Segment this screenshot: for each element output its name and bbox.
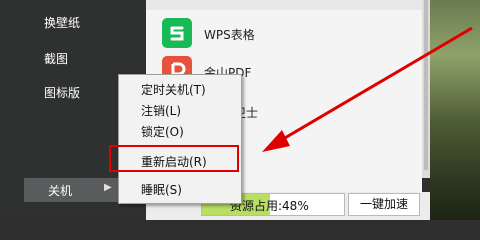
annotation-highlight-box [109,145,239,172]
menu-item-logoff[interactable]: 注销(L) [141,102,181,119]
power-label: 关机 [48,184,73,198]
menu-item-sleep[interactable]: 睡眠(S) [141,181,182,198]
desktop-wallpaper [430,0,480,220]
menu-item-lock[interactable]: 锁定(O) [141,123,184,140]
left-item-screenshot[interactable]: 截图 [44,50,68,67]
menu-item-timed-shutdown[interactable]: 定时关机(T) [141,81,206,98]
app-list-scrollbar-thumb[interactable] [424,0,428,170]
left-item-icon-version[interactable]: 图标版 [44,84,80,101]
submenu-arrow-icon: ▶ [104,182,112,193]
power-context-menu: 定时关机(T) 注销(L) 锁定(O) 重新启动(R) 睡眠(S) [118,74,242,204]
app-list-partial-item [146,0,422,10]
one-click-boost-button[interactable]: 一键加速 [348,193,420,216]
app-item-wps-spreadsheet[interactable]: WPS表格 [204,26,255,43]
wps-spreadsheet-icon [162,18,192,48]
left-item-change-wallpaper[interactable]: 换壁纸 [44,14,80,31]
